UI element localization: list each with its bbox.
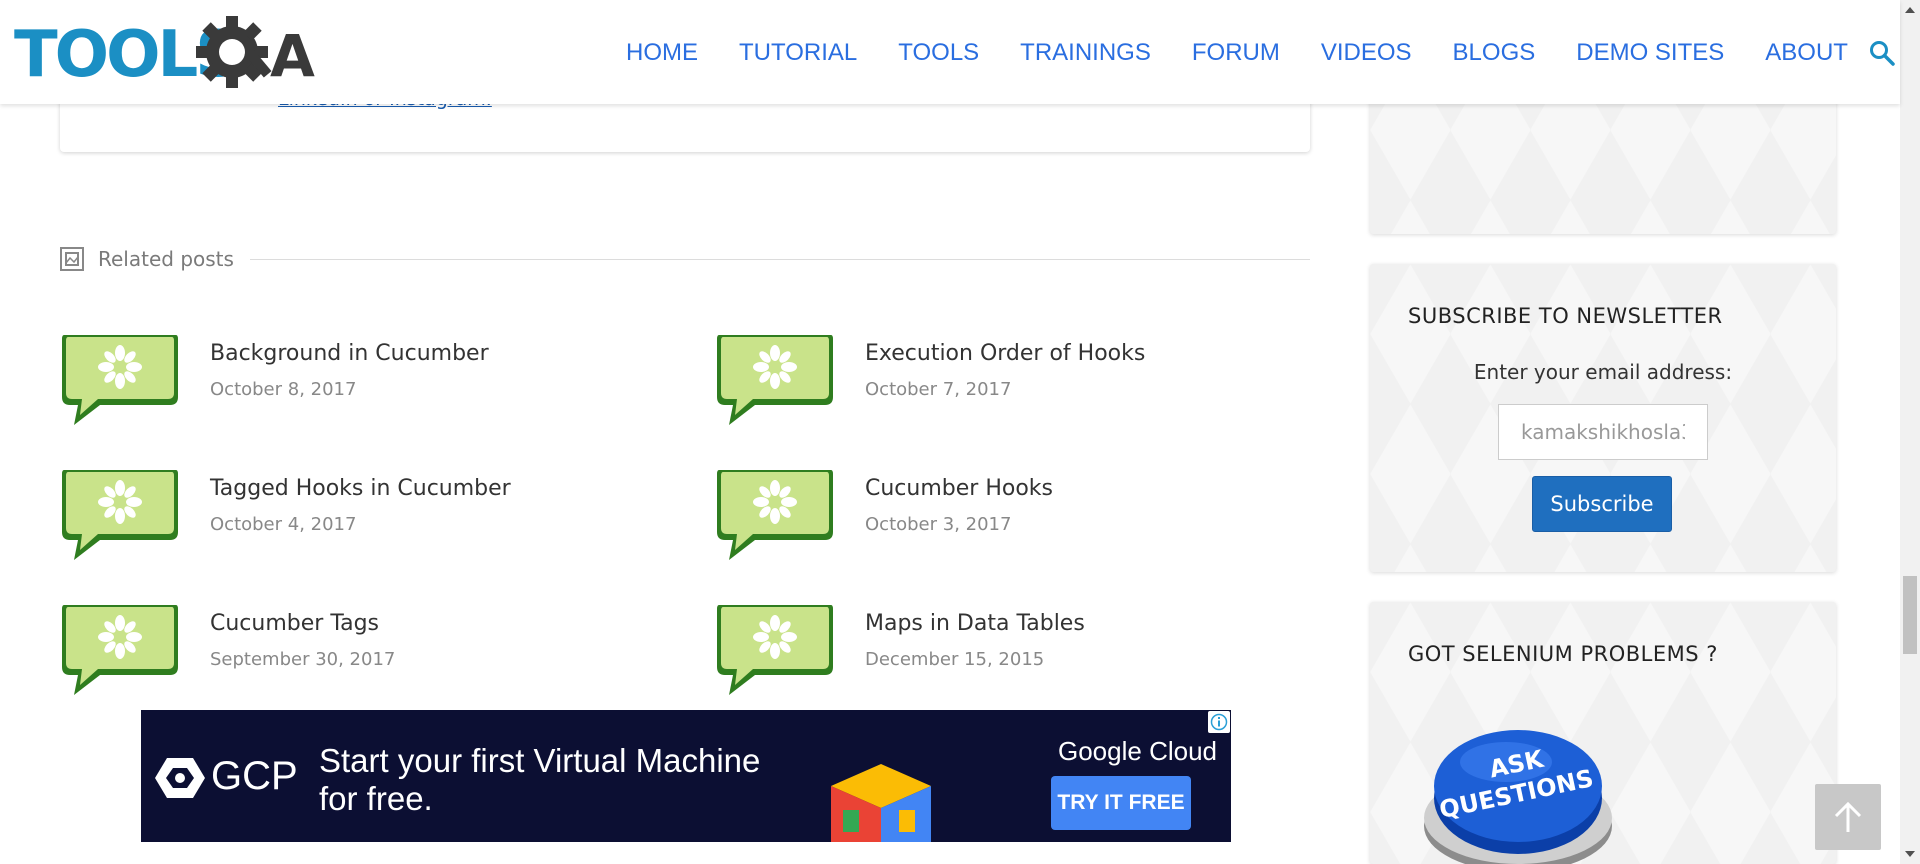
divider (250, 259, 1310, 260)
newsletter-title: SUBSCRIBE TO NEWSLETTER (1408, 304, 1723, 328)
related-post-title[interactable]: Cucumber Hooks (865, 476, 1053, 501)
email-label: Enter your email address: (1473, 360, 1733, 384)
ask-questions-button[interactable]: ASK QUESTIONS (1418, 706, 1618, 864)
subscribe-button[interactable]: Subscribe (1532, 476, 1672, 532)
related-post-item[interactable]: Execution Order of Hooks October 7, 2017 (715, 333, 1315, 425)
info-icon (1210, 713, 1228, 731)
toolsqa-logo-graphic: TOOLS A (14, 16, 315, 92)
scroll-up-arrow-icon[interactable] (1900, 0, 1920, 20)
nav-forum[interactable]: FORUM (1192, 38, 1280, 68)
newsletter-widget: SUBSCRIBE TO NEWSLETTER Enter your email… (1370, 264, 1836, 572)
nav-demo-sites[interactable]: DEMO SITES (1576, 38, 1724, 68)
related-post-title[interactable]: Execution Order of Hooks (865, 341, 1145, 366)
related-post-item[interactable]: Background in Cucumber October 8, 2017 (60, 333, 660, 425)
related-post-date: October 3, 2017 (865, 514, 1012, 535)
gallery-icon (60, 247, 84, 271)
related-post-date: October 4, 2017 (210, 514, 357, 535)
related-post-date: September 30, 2017 (210, 649, 396, 670)
scroll-down-arrow-icon[interactable] (1900, 844, 1920, 864)
try-it-free-button[interactable]: TRY IT FREE (1051, 776, 1191, 830)
back-to-top-button[interactable] (1815, 784, 1881, 850)
related-post-item[interactable]: Tagged Hooks in Cucumber October 4, 2017 (60, 468, 660, 560)
selenium-widget-title: GOT SELENIUM PROBLEMS ? (1408, 642, 1718, 666)
ad-info-icon[interactable] (1208, 711, 1230, 733)
related-post-date: October 8, 2017 (210, 379, 357, 400)
cucumber-thumbnail-icon[interactable] (60, 603, 180, 695)
nav-trainings[interactable]: TRAININGS (1020, 38, 1151, 68)
related-post-date: October 7, 2017 (865, 379, 1012, 400)
ad-headline: Start your first Virtual Machine for fre… (319, 742, 761, 817)
related-post-title[interactable]: Tagged Hooks in Cucumber (210, 476, 511, 501)
nav-home[interactable]: HOME (626, 38, 698, 68)
related-post-date: December 15, 2015 (865, 649, 1045, 670)
cucumber-thumbnail-icon[interactable] (60, 468, 180, 560)
email-input[interactable] (1498, 404, 1708, 460)
nav-tutorial[interactable]: TUTORIAL (739, 38, 857, 68)
cucumber-thumbnail-icon[interactable] (715, 603, 835, 695)
nav-videos[interactable]: VIDEOS (1321, 38, 1412, 68)
cucumber-thumbnail-icon[interactable] (715, 333, 835, 425)
cube-graphic (831, 764, 931, 842)
page-scrollbar[interactable] (1900, 0, 1920, 864)
related-post-item[interactable]: Cucumber Tags September 30, 2017 (60, 603, 660, 695)
nav-about[interactable]: ABOUT (1765, 38, 1848, 68)
related-post-title[interactable]: Cucumber Tags (210, 611, 379, 636)
nav-tools[interactable]: TOOLS (898, 38, 979, 68)
related-post-title[interactable]: Maps in Data Tables (865, 611, 1085, 636)
selenium-problems-widget: GOT SELENIUM PROBLEMS ? ASK QUESTIONS (1370, 602, 1836, 864)
cucumber-thumbnail-icon[interactable] (60, 333, 180, 425)
related-post-item[interactable]: Maps in Data Tables December 15, 2015 (715, 603, 1315, 695)
arrow-up-icon (1834, 801, 1862, 832)
google-cloud-logo: Google Cloud (1058, 736, 1217, 766)
nav-blogs[interactable]: BLOGS (1453, 38, 1536, 68)
gcp-hexagon-icon (155, 758, 205, 798)
toolsqa-logo[interactable]: TOOLS A (14, 14, 354, 94)
svg-text:A: A (270, 22, 315, 90)
site-header: TOOLS A HOME TUTORIAL TOOLS TRAININGS FO… (0, 0, 1900, 104)
related-post-title[interactable]: Background in Cucumber (210, 341, 489, 366)
search-icon[interactable] (1869, 40, 1895, 66)
main-nav: HOME TUTORIAL TOOLS TRAININGS FORUM VIDE… (626, 38, 1889, 68)
gcp-brand: GCP (211, 754, 298, 798)
related-post-item[interactable]: Cucumber Hooks October 3, 2017 (715, 468, 1315, 560)
related-posts-label: Related posts (98, 247, 234, 271)
related-posts-header: Related posts (60, 245, 1310, 275)
cucumber-thumbnail-icon[interactable] (715, 468, 835, 560)
scroll-thumb[interactable] (1903, 576, 1917, 654)
gcp-ad-banner[interactable]: GCP Start your first Virtual Machine for… (141, 710, 1231, 842)
